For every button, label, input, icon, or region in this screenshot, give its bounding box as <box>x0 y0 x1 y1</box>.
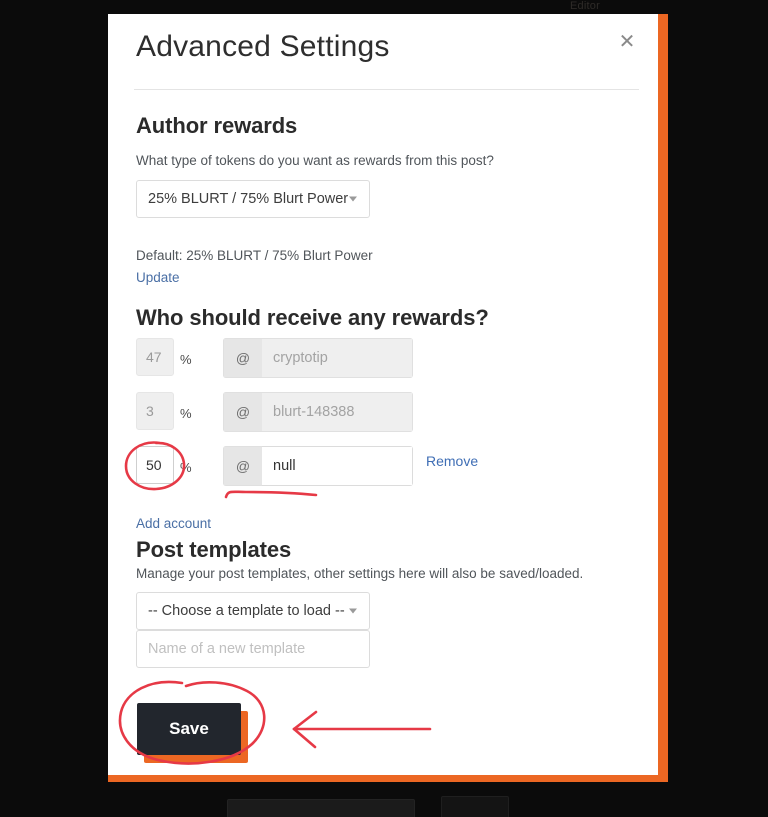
remove-beneficiary-link[interactable]: Remove <box>426 453 478 469</box>
reward-type-select[interactable]: 25% BLURT / 75% Blurt Power <box>136 180 370 218</box>
at-symbol-icon: @ <box>223 338 262 378</box>
dialog-title: Advanced Settings <box>136 30 390 63</box>
at-symbol-icon: @ <box>223 392 262 432</box>
author-rewards-question: What type of tokens do you want as rewar… <box>136 153 494 168</box>
background-toolbar-field <box>227 799 415 817</box>
beneficiary-account-group[interactable]: @ null <box>223 446 413 486</box>
advanced-settings-dialog: Advanced Settings ✕ Author rewards What … <box>108 14 668 782</box>
new-template-name-input[interactable] <box>136 630 370 668</box>
beneficiary-account-group[interactable]: @ blurt-148388 <box>223 392 413 432</box>
beneficiary-account-value: null <box>262 446 413 486</box>
add-account-link[interactable]: Add account <box>136 516 211 531</box>
beneficiary-percent-input[interactable] <box>136 338 174 376</box>
beneficiary-percent-input[interactable] <box>136 446 174 484</box>
percent-sign-label: % <box>180 460 192 475</box>
header-divider <box>134 89 639 90</box>
template-load-select-value: -- Choose a template to load -- <box>148 603 345 619</box>
percent-sign-label: % <box>180 352 192 367</box>
author-rewards-heading: Author rewards <box>136 113 298 138</box>
beneficiary-account-value: blurt-148388 <box>262 392 413 432</box>
screenshot-root: Editor Advanced Settings ✕ Author reward… <box>0 0 768 817</box>
percent-sign-label: % <box>180 406 192 421</box>
default-reward-note: Default: 25% BLURT / 75% Blurt Power <box>136 248 373 263</box>
save-button[interactable]: Save <box>137 703 241 755</box>
beneficiary-account-group[interactable]: @ cryptotip <box>223 338 413 378</box>
beneficiary-percent-input[interactable] <box>136 392 174 430</box>
update-link[interactable]: Update <box>136 270 180 285</box>
post-templates-heading: Post templates <box>136 537 292 562</box>
reward-type-select-value: 25% BLURT / 75% Blurt Power <box>148 191 349 207</box>
beneficiaries-heading: Who should receive any rewards? <box>136 305 489 330</box>
close-icon[interactable]: ✕ <box>614 29 640 55</box>
beneficiary-account-value: cryptotip <box>262 338 413 378</box>
background-editor-label: Editor <box>570 0 600 12</box>
chevron-down-icon <box>349 608 357 614</box>
save-button-wrapper: Save <box>137 703 248 763</box>
post-templates-description: Manage your post templates, other settin… <box>136 566 584 581</box>
chevron-down-icon <box>349 196 357 202</box>
at-symbol-icon: @ <box>223 446 262 486</box>
template-load-select[interactable]: -- Choose a template to load -- <box>136 592 370 630</box>
background-toolbar-button <box>441 796 509 817</box>
